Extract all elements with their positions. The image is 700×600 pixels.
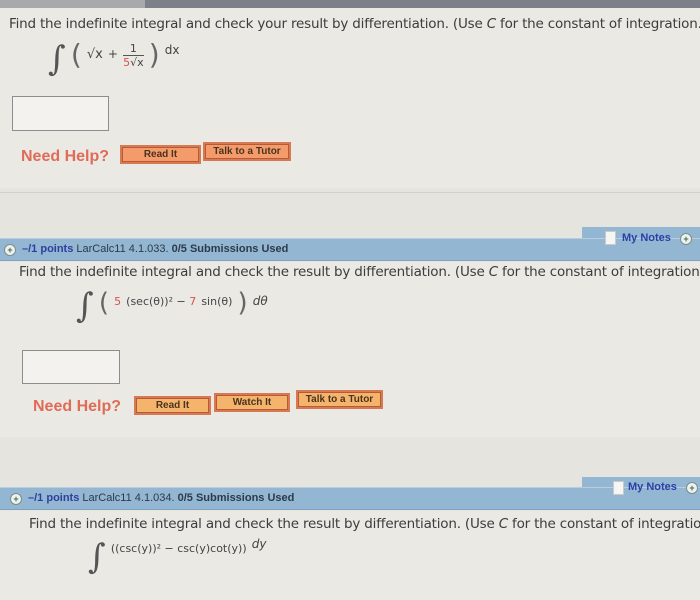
question-1-prompt: Find the indefinite integral and check y… xyxy=(9,16,700,32)
question-3-prompt: Find the indefinite integral and check t… xyxy=(29,516,700,532)
term-sin: sin(θ) xyxy=(201,295,233,308)
read-it-button[interactable]: Read It xyxy=(120,145,201,164)
points-label: –/1 points xyxy=(22,243,74,255)
question-3-meta: –/1 points LarCalc11 4.1.034. 0/5 Submis… xyxy=(28,492,294,504)
differential: dθ xyxy=(252,294,268,308)
question-2-meta: –/1 points LarCalc11 4.1.033. 0/5 Submis… xyxy=(22,243,288,255)
term-sqrt-x: √x xyxy=(86,47,103,62)
notes-document-icon xyxy=(605,231,616,245)
notes-plus-icon[interactable]: + xyxy=(680,233,692,245)
question-3: Find the indefinite integral and check t… xyxy=(0,511,700,600)
integral-sign: ∫ xyxy=(48,39,66,79)
top-strip xyxy=(0,0,700,8)
talk-to-tutor-button[interactable]: Talk to a Tutor xyxy=(203,142,291,161)
my-notes-link[interactable]: My Notes xyxy=(622,232,671,244)
need-help-label: Need Help? xyxy=(21,148,110,165)
question-2-integral: ∫ ( 5 (sec(θ))² − 7 sin(θ) ) dθ xyxy=(76,286,268,326)
question-2: Find the indefinite integral and check t… xyxy=(0,262,700,437)
integral-sign: ∫ xyxy=(88,537,106,577)
paren-open: ( xyxy=(98,288,109,318)
coefficient: 7 xyxy=(189,295,197,308)
expand-plus-icon[interactable]: + xyxy=(10,493,22,505)
submissions-count: 0/5 Submissions Used xyxy=(171,243,289,255)
paren-close: ) xyxy=(148,38,160,71)
question-1: Find the indefinite integral and check y… xyxy=(0,8,700,188)
differential: dx xyxy=(164,43,180,57)
talk-to-tutor-button[interactable]: Talk to a Tutor xyxy=(296,390,383,409)
problem-id: LarCalc11 4.1.033. xyxy=(76,243,169,255)
coefficient: 5 xyxy=(114,295,122,308)
question-3-integral: ∫ ((csc(y))² − csc(y)cot(y)) dy xyxy=(88,537,266,577)
question-2-header: + –/1 points LarCalc11 4.1.033. 0/5 Subm… xyxy=(0,238,700,261)
paren-close: ) xyxy=(237,288,248,318)
section-tab[interactable] xyxy=(0,0,145,8)
plus-sign: + xyxy=(107,47,118,61)
points-label: –/1 points xyxy=(28,492,80,504)
notes-document-icon xyxy=(613,481,624,495)
divider xyxy=(0,192,700,193)
watch-it-button[interactable]: Watch It xyxy=(214,393,290,412)
term-sec-squared: (sec(θ))² − xyxy=(126,295,190,308)
differential: dy xyxy=(251,537,267,551)
notes-plus-icon[interactable]: + xyxy=(686,482,698,494)
integrand-expression: ((csc(y))² − csc(y)cot(y)) xyxy=(110,542,247,555)
read-it-button[interactable]: Read It xyxy=(134,396,211,415)
my-notes-link[interactable]: My Notes xyxy=(628,481,677,493)
answer-input[interactable] xyxy=(22,350,120,384)
question-1-integral: ∫ ( √x + 1 5√x ) dx xyxy=(48,38,179,79)
submissions-count: 0/5 Submissions Used xyxy=(177,492,295,504)
need-help-label: Need Help? xyxy=(33,398,122,415)
paren-open: ( xyxy=(70,38,82,71)
question-3-header: + –/1 points LarCalc11 4.1.034. 0/5 Subm… xyxy=(0,487,700,510)
fraction-numerator: 1 xyxy=(123,42,144,56)
fraction-denominator: 5√x xyxy=(123,56,144,69)
fraction: 1 5√x xyxy=(123,42,144,69)
integral-sign: ∫ xyxy=(76,286,94,326)
problem-id: LarCalc11 4.1.034. xyxy=(82,492,175,504)
expand-plus-icon[interactable]: + xyxy=(4,244,16,256)
denominator-sqrt: √x xyxy=(130,56,144,69)
question-2-prompt: Find the indefinite integral and check t… xyxy=(19,264,700,280)
answer-input[interactable] xyxy=(12,96,109,131)
